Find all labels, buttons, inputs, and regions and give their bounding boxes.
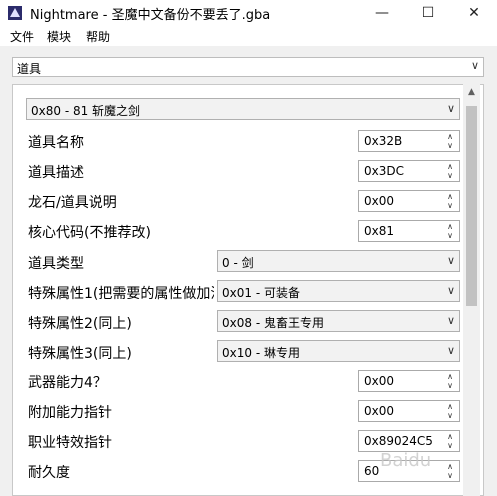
maximize-button[interactable]: ☐ (405, 0, 451, 26)
attr2-value: 0x08 - 鬼畜王专用 (222, 316, 324, 330)
field-label-class-effect: 职业特效指针 (28, 435, 112, 451)
item-type-value: 0 - 剑 (222, 256, 254, 270)
close-button[interactable]: ✕ (451, 0, 497, 26)
chevron-down-icon: ∨ (446, 102, 455, 115)
dragonstone-value: 0x00 (364, 194, 395, 208)
app-icon (8, 6, 22, 20)
attr3-select[interactable]: 0x10 - 琳专用 ∨ (217, 340, 460, 362)
field-label-attr1: 特殊属性1(把需要的属性做加法) (28, 286, 214, 301)
module-select[interactable]: 道具 ∨ (12, 57, 484, 77)
minimize-button[interactable]: — (359, 0, 405, 26)
core-code-value: 0x81 (364, 224, 395, 238)
spin-arrows-icon[interactable]: ∧ ∨ (444, 462, 456, 480)
menu-bar: 文件 模块 帮助 (0, 26, 497, 46)
chevron-down-icon: ∨ (446, 284, 455, 297)
item-desc-value: 0x3DC (364, 164, 404, 178)
class-effect-value: 0x89024C5 (364, 434, 433, 448)
chevron-down-icon: ∨ (446, 314, 455, 327)
maximize-icon: ☐ (421, 5, 435, 21)
menu-module[interactable]: 模块 (47, 28, 71, 45)
attr2-select[interactable]: 0x08 - 鬼畜王专用 ∨ (217, 310, 460, 332)
item-name-input[interactable]: 0x32B ∧ ∨ (358, 130, 460, 152)
field-label-item-desc: 道具描述 (28, 165, 84, 181)
core-code-input[interactable]: 0x81 ∧ ∨ (358, 220, 460, 242)
field-label-item-type: 道具类型 (28, 256, 84, 272)
spin-arrows-icon[interactable]: ∧ ∨ (444, 132, 456, 150)
close-icon: ✕ (468, 5, 480, 21)
field-label-attr2: 特殊属性2(同上) (28, 316, 132, 332)
module-select-value: 道具 (17, 62, 42, 76)
attr1-select[interactable]: 0x01 - 可装备 ∨ (217, 280, 460, 302)
field-label-attr3: 特殊属性3(同上) (28, 346, 132, 362)
spin-arrows-icon[interactable]: ∧ ∨ (444, 222, 456, 240)
chevron-down-icon: ∨ (470, 59, 479, 72)
item-select[interactable]: 0x80 - 81 斩魔之剑 ∨ (26, 98, 460, 120)
item-type-select[interactable]: 0 - 剑 ∨ (217, 250, 460, 272)
durability-value: 60 (364, 464, 380, 478)
dragonstone-input[interactable]: 0x00 ∧ ∨ (358, 190, 460, 212)
menu-help[interactable]: 帮助 (86, 28, 110, 45)
watermark: Baidu (380, 450, 432, 471)
scroll-up-icon[interactable]: ▲ (463, 87, 480, 97)
extra-ability-value: 0x00 (364, 404, 395, 418)
field-label-dragonstone: 龙石/道具说明 (28, 195, 117, 211)
field-label-durability: 耐久度 (28, 465, 70, 481)
chevron-down-icon: ∨ (446, 254, 455, 267)
weapon-ability-input[interactable]: 0x00 ∧ ∨ (358, 370, 460, 392)
attr3-value: 0x10 - 琳专用 (222, 346, 300, 360)
chevron-down-icon: ∨ (446, 344, 455, 357)
weapon-ability-value: 0x00 (364, 374, 395, 388)
attr1-value: 0x01 - 可装备 (222, 286, 300, 300)
spin-arrows-icon[interactable]: ∧ ∨ (444, 402, 456, 420)
spin-arrows-icon[interactable]: ∧ ∨ (444, 162, 456, 180)
minimize-icon: — (375, 5, 389, 21)
title-bar: Nightmare - 圣魔中文备份不要丢了.gba — ☐ ✕ (0, 0, 497, 26)
field-label-extra-ability: 附加能力指针 (28, 405, 112, 421)
item-desc-input[interactable]: 0x3DC ∧ ∨ (358, 160, 460, 182)
menu-file[interactable]: 文件 (10, 28, 34, 45)
scrollbar-thumb[interactable] (466, 106, 477, 306)
spin-arrows-icon[interactable]: ∧ ∨ (444, 432, 456, 450)
window-title: Nightmare - 圣魔中文备份不要丢了.gba (30, 8, 271, 23)
spin-arrows-icon[interactable]: ∧ ∨ (444, 372, 456, 390)
field-label-weapon-ability: 武器能力4？ (28, 375, 107, 391)
field-label-core-code: 核心代码(不推荐改) (28, 225, 151, 241)
class-effect-input[interactable]: 0x89024C5 ∧ ∨ (358, 430, 460, 452)
field-label-item-name: 道具名称 (28, 135, 84, 151)
extra-ability-input[interactable]: 0x00 ∧ ∨ (358, 400, 460, 422)
item-name-value: 0x32B (364, 134, 403, 148)
panel-scrollbar[interactable]: ▲ (463, 84, 480, 496)
spin-arrows-icon[interactable]: ∧ ∨ (444, 192, 456, 210)
item-select-value: 0x80 - 81 斩魔之剑 (31, 104, 141, 118)
